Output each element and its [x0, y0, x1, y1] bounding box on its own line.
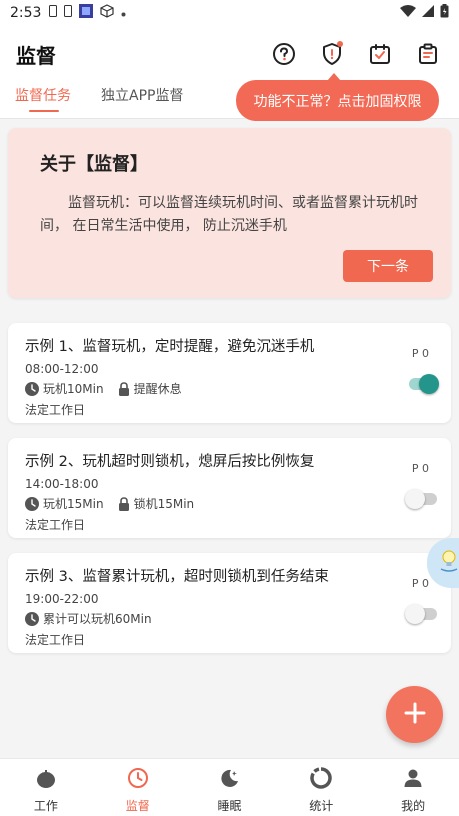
next-button[interactable]: 下一条 — [343, 250, 433, 282]
moon-icon — [218, 767, 240, 793]
nav-label: 我的 — [401, 799, 426, 813]
task-title: 示例 3、监督累计玩机，超时则锁机到任务结束 — [25, 569, 329, 585]
tab-app-supervise[interactable]: 独立APP监督 — [101, 82, 183, 118]
app-notification-icon — [79, 4, 94, 22]
task-title: 示例 1、监督玩机，定时提醒，避免沉迷手机 — [25, 339, 315, 355]
status-time: 2:53 — [10, 5, 42, 21]
task-day: 法定工作日 — [25, 518, 86, 532]
task-card[interactable]: 示例 3、监督累计玩机，超时则锁机到任务结束 19:00-22:00 累计可以玩… — [8, 553, 451, 653]
task-time: 19:00-22:00 — [25, 592, 99, 606]
cube-icon — [100, 4, 115, 22]
clock-icon — [127, 767, 149, 793]
page-title: 监督 — [16, 43, 56, 68]
app-header: 监督 — [0, 26, 459, 82]
priority-label: P 0 — [411, 577, 429, 590]
help-icon[interactable] — [269, 39, 299, 69]
clock-icon — [25, 381, 39, 396]
task-toggle[interactable] — [405, 603, 439, 625]
lightbulb-icon — [438, 547, 459, 579]
task-time: 08:00-12:00 — [25, 362, 99, 376]
task-toggle[interactable] — [405, 488, 439, 510]
person-icon — [402, 767, 424, 793]
nav-item-stats[interactable]: 统计 — [275, 759, 367, 816]
clock-icon — [25, 611, 39, 626]
nav-label: 统计 — [309, 799, 334, 813]
task-card[interactable]: 示例 2、玩机超时则锁机，熄屏后按比例恢复 14:00-18:00 玩机15Mi… — [8, 438, 451, 538]
lock-icon — [118, 381, 130, 396]
priority-label: P 0 — [411, 347, 429, 360]
permission-tooltip[interactable]: 功能不正常？点击加固权限 — [236, 73, 439, 121]
nav-item-work[interactable]: 工作 — [0, 759, 92, 816]
wifi-icon — [400, 5, 416, 21]
nav-item-sleep[interactable]: 睡眠 — [184, 759, 276, 816]
nav-item-supervise[interactable]: 监督 — [92, 759, 184, 816]
task-meta-action: 提醒休息 — [133, 382, 182, 396]
chart-ring-icon — [310, 767, 332, 793]
signal-icon — [422, 5, 434, 21]
battery-icon — [440, 4, 449, 22]
task-time: 14:00-18:00 — [25, 477, 99, 491]
dot-icon — [121, 6, 126, 21]
nav-label: 工作 — [33, 799, 58, 813]
about-title: 关于【监督】 — [40, 154, 148, 175]
task-meta-action: 锁机15Min — [133, 497, 195, 511]
priority-label: P 0 — [411, 462, 429, 475]
bottom-nav: 工作 监督 睡眠 统计 我的 — [0, 758, 459, 816]
sim-icon — [49, 5, 58, 21]
task-meta-play: 累计可以玩机60Min — [43, 612, 152, 626]
sim-icon — [64, 5, 73, 21]
lock-icon — [118, 496, 130, 511]
clipboard-icon[interactable] — [413, 39, 443, 69]
task-card[interactable]: 示例 1、监督玩机，定时提醒，避免沉迷手机 08:00-12:00 玩机10Mi… — [8, 323, 451, 423]
tomato-icon — [35, 767, 57, 793]
nav-label: 监督 — [125, 799, 150, 813]
task-meta-play: 玩机15Min — [43, 497, 104, 511]
shield-alert-icon[interactable] — [317, 39, 347, 69]
task-meta-play: 玩机10Min — [43, 382, 104, 396]
task-day: 法定工作日 — [25, 633, 86, 647]
clock-icon — [25, 496, 39, 511]
task-day: 法定工作日 — [25, 403, 86, 417]
task-title: 示例 2、玩机超时则锁机，熄屏后按比例恢复 — [25, 454, 315, 470]
nav-label: 睡眠 — [217, 799, 242, 813]
about-body: 监督玩机：可以监督连续玩机时间、或者监督累计玩机时间， 在日常生活中使用， 防止… — [40, 195, 418, 234]
plus-icon — [404, 702, 426, 728]
add-task-button[interactable] — [386, 686, 443, 743]
nav-item-mine[interactable]: 我的 — [367, 759, 459, 816]
status-bar: 2:53 — [0, 0, 459, 26]
about-card: 关于【监督】 监督玩机：可以监督连续玩机时间、或者监督累计玩机时间， 在日常生活… — [8, 128, 451, 298]
task-toggle[interactable] — [405, 373, 439, 395]
calendar-check-icon[interactable] — [365, 39, 395, 69]
tab-supervise-tasks[interactable]: 监督任务 — [15, 82, 71, 118]
